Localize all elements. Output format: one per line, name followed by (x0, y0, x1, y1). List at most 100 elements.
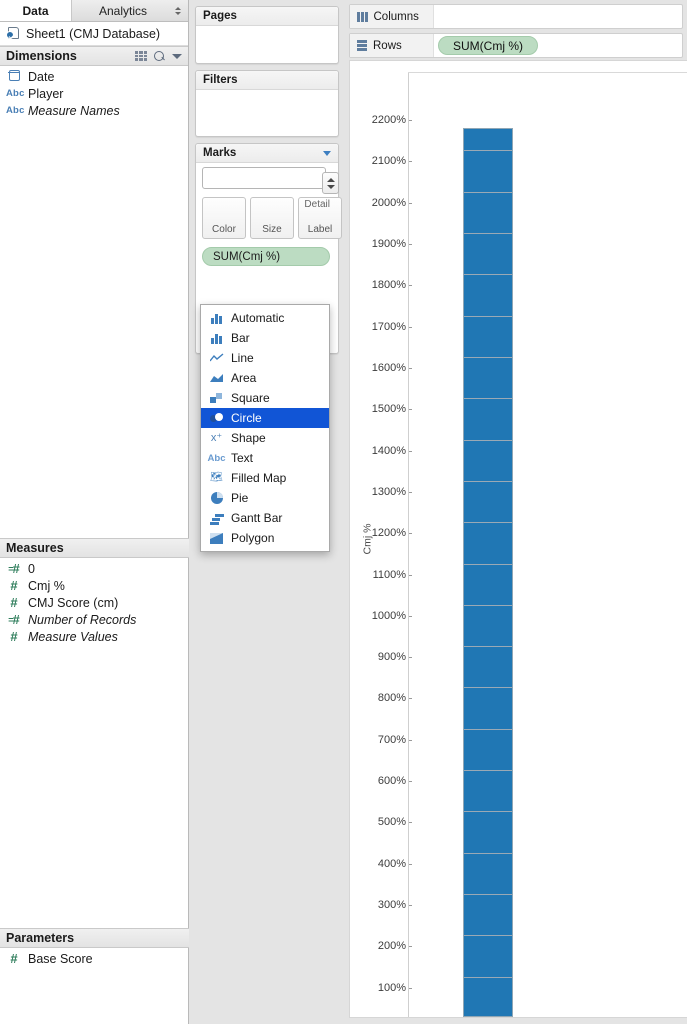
mark-type-option-automatic[interactable]: Automatic (201, 308, 329, 328)
bar-icon (209, 332, 224, 345)
mark-type-option-area[interactable]: Area (201, 368, 329, 388)
measure-field-measure-values[interactable]: # Measure Values (0, 628, 189, 645)
mark-type-option-circle[interactable]: Circle (201, 408, 329, 428)
mark-type-label: Line (231, 351, 254, 365)
pane-resize-icon[interactable] (173, 5, 182, 17)
measures-header: Measures (0, 538, 189, 558)
dimensions-header-label: Dimensions (6, 49, 77, 63)
mark-type-label: Polygon (231, 531, 275, 545)
plot-region (408, 73, 687, 1017)
filters-card-title: Filters (203, 74, 238, 86)
tab-data[interactable]: Data (0, 0, 72, 21)
measure-field-number-of-records[interactable]: # Number of Records (0, 611, 189, 628)
measures-header-label: Measures (6, 541, 64, 555)
columns-drop-zone[interactable] (434, 5, 682, 28)
mark-type-option-gantt-bar[interactable]: Gantt Bar (201, 508, 329, 528)
mark-type-label: Square (231, 391, 270, 405)
dimension-field-measure-names[interactable]: Abc Measure Names (0, 102, 188, 119)
filters-card: Filters (195, 70, 339, 137)
y-axis-ticks: 2200% 2100% 2000% 1900% 1800% 1700% 1600% 1500%… (360, 73, 413, 1024)
y-axis-tick-label: 500% (378, 816, 413, 828)
y-axis-tick-label: 600% (378, 775, 413, 787)
y-axis-tick-label: 1200% (372, 527, 413, 539)
mark-type-stepper-icon[interactable] (322, 172, 339, 194)
dimension-field-player[interactable]: Abc Player (0, 85, 188, 102)
bar-segment-divider (464, 563, 512, 565)
mark-type-option-filled-map[interactable]: 🗺 Filled Map (201, 468, 329, 488)
filters-card-header: Filters (196, 71, 338, 90)
pages-card: Pages (195, 6, 339, 64)
mark-type-option-square[interactable]: Square (201, 388, 329, 408)
color-button[interactable]: Color (202, 197, 246, 239)
measure-field-cmj-score[interactable]: # CMJ Score (cm) (0, 594, 189, 611)
circle-icon (209, 412, 224, 425)
marks-card-title: Marks (203, 147, 237, 159)
mark-type-dropdown[interactable] (202, 167, 339, 194)
y-axis-tick-label: 100% (378, 982, 413, 994)
bar-segment-divider (464, 356, 512, 358)
mark-type-label: Area (231, 371, 257, 385)
hash-icon: # (6, 612, 22, 627)
y-axis-tick-label: 2000% (372, 197, 413, 209)
cards-column: Pages Filters Marks Color Size Label Det… (189, 0, 345, 1024)
marks-card-header[interactable]: Marks (196, 144, 338, 163)
parameters-header-label: Parameters (6, 931, 75, 945)
parameter-field-base-score[interactable]: # Base Score (0, 950, 189, 967)
bar-segment-divider (464, 522, 512, 524)
polygon-icon (209, 532, 224, 545)
rows-drop-zone[interactable]: SUM(Cmj %) (434, 34, 682, 57)
search-icon[interactable] (154, 50, 165, 62)
tab-data-label: Data (22, 3, 49, 18)
line-icon (209, 352, 224, 365)
mark-type-option-text[interactable]: Abc Text (201, 448, 329, 468)
mark-type-label: Bar (231, 331, 250, 345)
grid-icon[interactable] (135, 51, 147, 61)
tableau-window: Data Analytics Sheet1 (CMJ Database) Dim… (0, 0, 687, 1024)
y-axis-tick-label: 1500% (372, 403, 413, 415)
bar-segment-divider (464, 728, 512, 730)
marks-pill[interactable]: SUM(Cmj %) (202, 247, 330, 266)
mark-type-option-bar[interactable]: Bar (201, 328, 329, 348)
dimensions-list: Date Abc Player Abc Measure Names (0, 66, 188, 121)
pages-drop-zone[interactable] (196, 26, 338, 63)
size-button[interactable]: Size (250, 197, 294, 239)
y-axis-tick-label: 1300% (372, 486, 413, 498)
columns-shelf-label-group: Columns (350, 5, 434, 28)
mark-type-option-line[interactable]: Line (201, 348, 329, 368)
tab-analytics[interactable]: Analytics (72, 0, 188, 21)
mark-type-option-polygon[interactable]: Polygon (201, 528, 329, 548)
dimension-field-date[interactable]: Date (0, 68, 188, 85)
filters-drop-zone[interactable] (196, 90, 338, 136)
calendar-icon (6, 69, 22, 84)
datasource-row[interactable]: Sheet1 (CMJ Database) (0, 22, 188, 46)
bar-segment-divider (464, 811, 512, 813)
columns-shelf-label: Columns (373, 10, 419, 23)
chevron-down-icon[interactable] (323, 150, 331, 156)
bar-mark-sum-cmj[interactable] (463, 128, 513, 1017)
abc-icon: Abc (6, 105, 25, 116)
mark-type-label: Filled Map (231, 471, 287, 485)
measure-label: 0 (28, 561, 35, 576)
hash-icon: # (10, 951, 18, 966)
mark-type-option-shape[interactable]: x⁺ Shape (201, 428, 329, 448)
hash-icon: # (10, 629, 18, 644)
datasource-icon (6, 27, 21, 40)
chevron-down-icon[interactable] (172, 53, 182, 59)
rows-pill-sum-cmj[interactable]: SUM(Cmj %) (438, 36, 538, 55)
columns-shelf[interactable]: Columns (349, 4, 683, 29)
mark-type-label: Pie (231, 491, 249, 505)
chart-panel[interactable]: Cmj % 2200% 2100% 2000% 1900% 1800% 1700% 1600… (349, 60, 687, 1024)
abc-icon: Abc (6, 88, 25, 99)
bar-segment-divider (464, 852, 512, 854)
mark-type-option-pie[interactable]: Pie (201, 488, 329, 508)
measure-field-0[interactable]: # 0 (0, 560, 189, 577)
bar-segment-divider (464, 935, 512, 937)
rows-shelf[interactable]: Rows SUM(Cmj %) (349, 33, 683, 58)
marks-pill-label: SUM(Cmj %) (213, 250, 281, 263)
y-axis-tick-label: 1000% (372, 610, 413, 622)
mark-type-menu[interactable]: Automatic Bar Line Area Square Circle x⁺… (200, 304, 330, 552)
measure-field-cmj-pct[interactable]: # Cmj % (0, 577, 189, 594)
detail-button-label: Detail (304, 199, 330, 210)
dimensions-header: Dimensions (0, 46, 188, 66)
datasource-label: Sheet1 (CMJ Database) (26, 26, 161, 41)
